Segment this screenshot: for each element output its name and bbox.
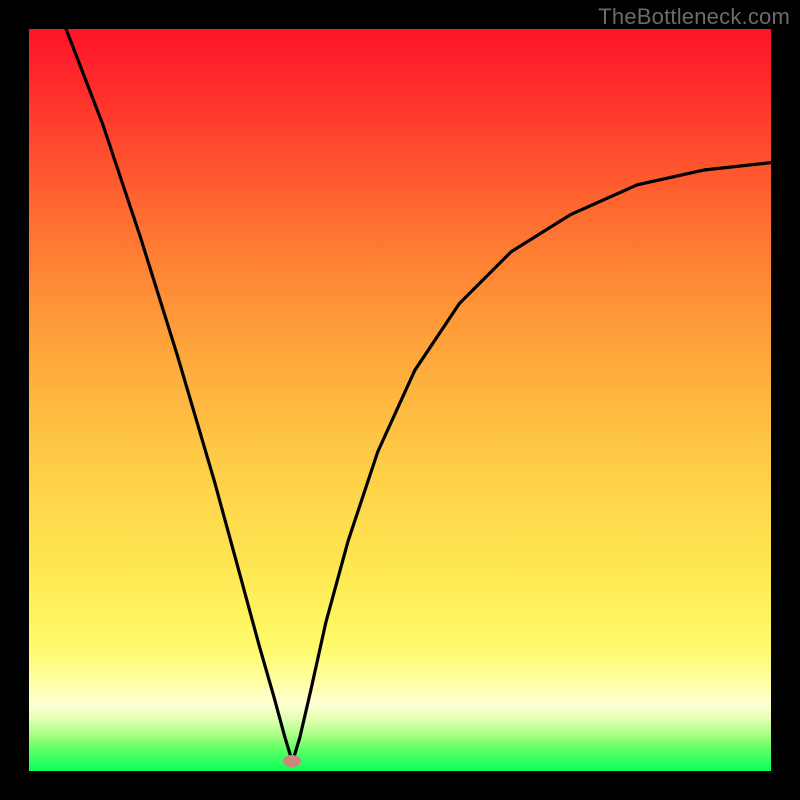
optimal-point-marker (283, 755, 301, 767)
bottleneck-curve (29, 29, 771, 771)
plot-area (29, 29, 771, 771)
watermark-text: TheBottleneck.com (598, 4, 790, 30)
chart-frame: TheBottleneck.com (0, 0, 800, 800)
